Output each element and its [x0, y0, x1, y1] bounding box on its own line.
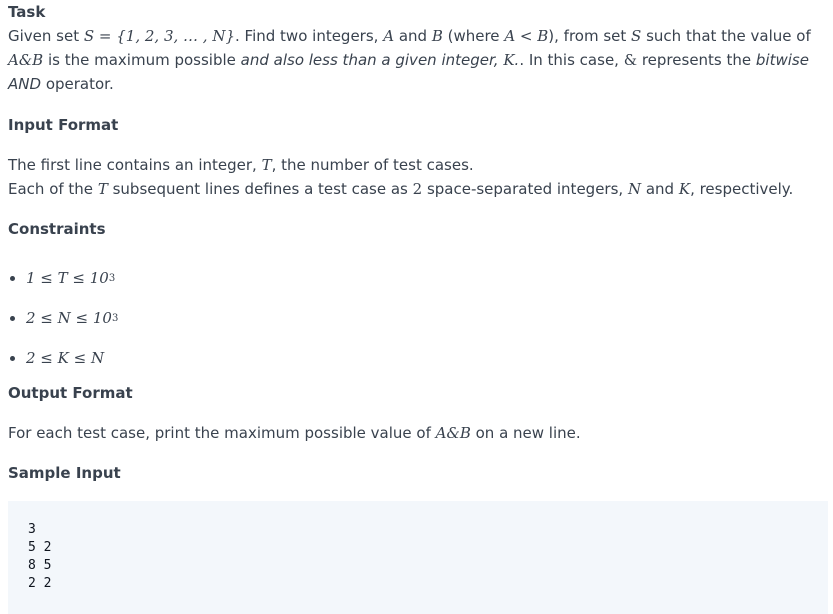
list-item: 2 ≤ K ≤ N [8, 338, 118, 378]
set-expression: S = {1, 2, 3, … , N} [83, 27, 236, 45]
bullet-icon [10, 315, 15, 321]
code-line: 3 [28, 522, 36, 537]
list-item: 2 ≤ N ≤ 10 3 [8, 298, 118, 338]
code-line: 2 2 [28, 576, 52, 591]
input-format-heading: Input Format [8, 116, 119, 134]
bullet-icon [10, 275, 15, 281]
sample-input-code-block: 3 5 2 8 5 2 2 [8, 501, 828, 614]
task-heading: Task [8, 3, 46, 21]
constraints-heading: Constraints [8, 220, 106, 238]
list-item: 1 ≤ T ≤ 10 3 [8, 258, 118, 298]
constraints-list: 1 ≤ T ≤ 10 3 2 ≤ N ≤ 10 3 2 ≤ K ≤ N [8, 258, 118, 378]
task-description: Given set S = {1, 2, 3, … , N}. Find two… [8, 27, 811, 93]
output-format-text: For each test case, print the maximum po… [8, 424, 581, 442]
bullet-icon [10, 355, 15, 361]
output-format-heading: Output Format [8, 384, 133, 402]
sample-input-heading: Sample Input [8, 464, 121, 482]
code-line: 5 2 [28, 540, 52, 555]
input-format-text: The first line contains an integer, T, t… [8, 156, 794, 198]
code-line: 8 5 [28, 558, 52, 573]
